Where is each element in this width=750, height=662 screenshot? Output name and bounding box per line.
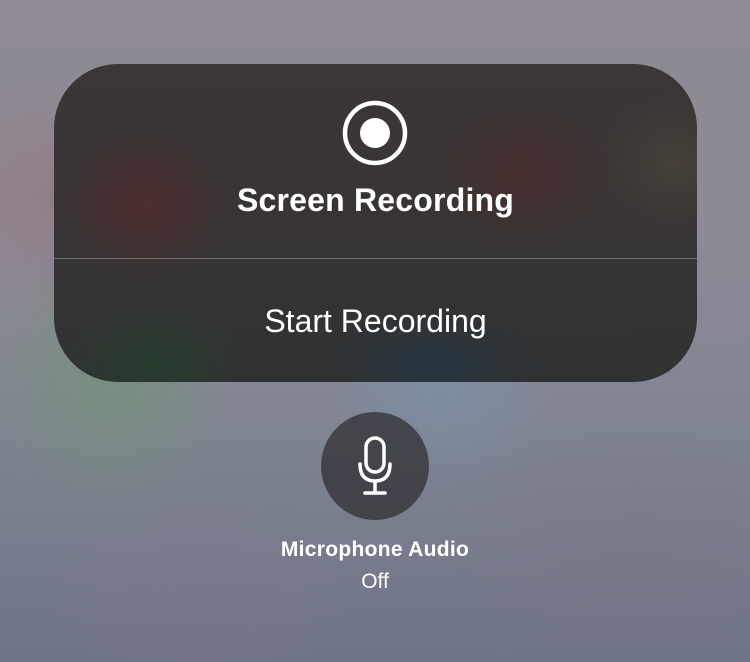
- microphone-audio-status: Off: [361, 570, 389, 593]
- start-recording-button[interactable]: Start Recording: [54, 259, 697, 382]
- record-icon: [342, 100, 408, 166]
- screen-recording-header: Screen Recording: [54, 64, 697, 258]
- microphone-audio-label: Microphone Audio: [280, 538, 470, 561]
- panel-title: Screen Recording: [236, 182, 515, 218]
- microphone-icon: [358, 436, 392, 495]
- microphone-audio-button[interactable]: [321, 412, 429, 520]
- screen-recording-panel: Screen Recording Start Recording: [54, 64, 697, 382]
- start-recording-label: Start Recording: [264, 303, 487, 339]
